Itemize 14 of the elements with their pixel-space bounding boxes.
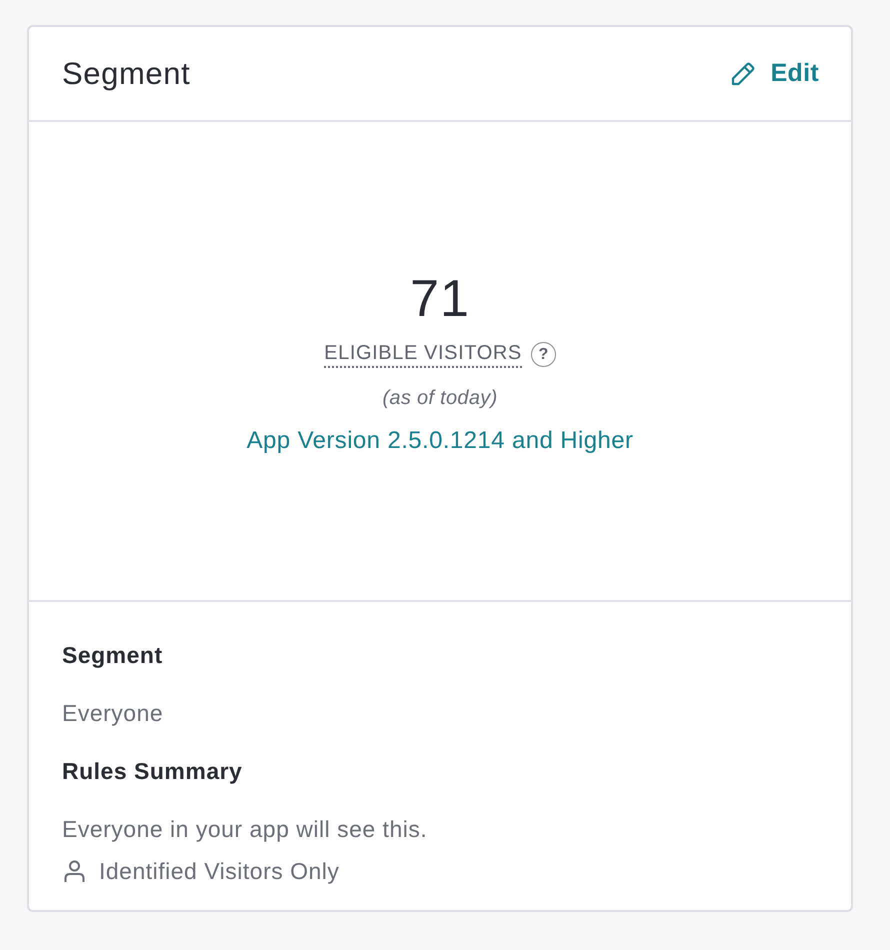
section-heading: Rules Summary xyxy=(62,757,244,786)
pencil-icon xyxy=(730,62,755,86)
visitor-count: 71 xyxy=(410,271,470,327)
help-button[interactable]: ? xyxy=(530,342,556,367)
rule-text: Identified Visitors Only xyxy=(99,857,340,886)
as-of-note: (as of today) xyxy=(382,386,498,411)
eligible-visitors-label: ELIGIBLE VISITORS xyxy=(324,341,522,368)
card-title: Segment xyxy=(62,56,190,92)
detail-text: Everyone in your app will see this. xyxy=(62,815,428,844)
detail-text: Everyone xyxy=(62,699,164,728)
section-heading: Segment xyxy=(62,641,164,670)
edit-link[interactable]: Edit xyxy=(730,59,819,88)
segment-rule-link[interactable]: App Version 2.5.0.1214 and Higher xyxy=(246,425,634,457)
person-icon xyxy=(64,860,85,882)
